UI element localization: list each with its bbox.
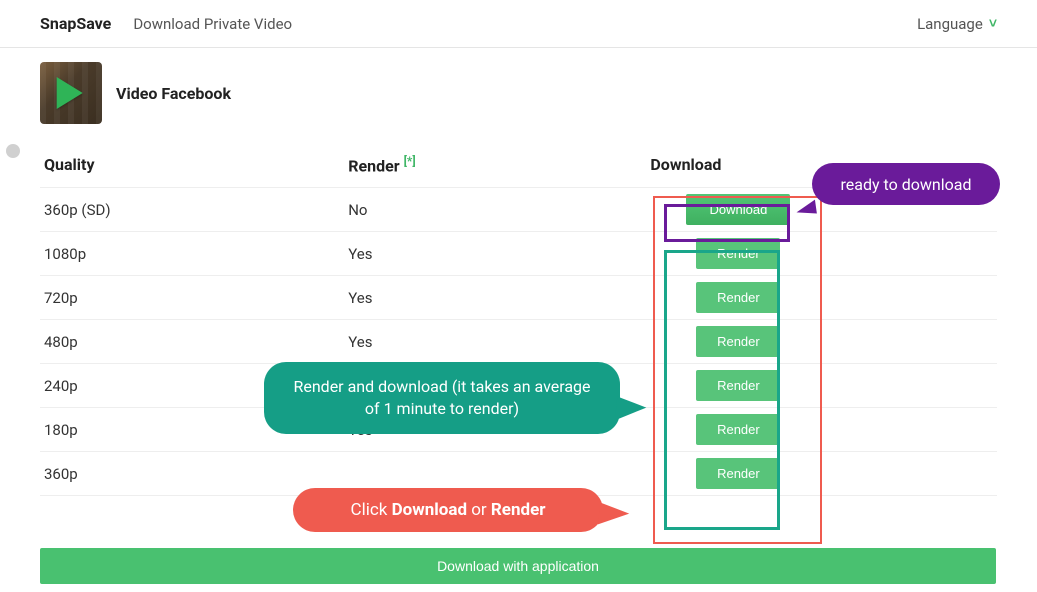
cell-download: Render	[644, 320, 997, 364]
cell-render: Yes	[342, 320, 644, 364]
cell-render	[342, 452, 644, 496]
cell-quality: 480p	[40, 320, 342, 364]
play-icon	[57, 77, 83, 109]
nav-download-private-video[interactable]: Download Private Video	[133, 15, 292, 33]
th-download: Download	[644, 142, 997, 188]
video-header: Video Facebook	[40, 62, 997, 124]
table-row: 1080p Yes Render	[40, 232, 997, 276]
table-row: 480p Yes Render	[40, 320, 997, 364]
topbar: SnapSave Download Private Video Language…	[0, 0, 1037, 48]
cell-render: No	[342, 188, 644, 232]
annotation-callout-click-text: Click Download or Render	[351, 500, 546, 520]
table-row: 360p Render	[40, 452, 997, 496]
render-button[interactable]: Render	[696, 414, 780, 445]
cell-download: Render	[644, 276, 997, 320]
cell-download: Render	[644, 452, 997, 496]
cell-download: Render	[644, 408, 997, 452]
cell-quality: 180p	[40, 408, 342, 452]
cell-quality: 720p	[40, 276, 342, 320]
cell-download: Download	[644, 188, 997, 232]
brand-logo[interactable]: SnapSave	[40, 14, 111, 33]
table-row: 720p Yes Render	[40, 276, 997, 320]
table-row: 240p Render	[40, 364, 997, 408]
cell-render: Yes	[342, 408, 644, 452]
chevron-down-icon: ˅	[989, 15, 997, 32]
cell-download: Render	[644, 232, 997, 276]
cell-quality: 360p	[40, 452, 342, 496]
cell-download: Render	[644, 364, 997, 408]
table-row: 180p Yes Render	[40, 408, 997, 452]
callout-tail-icon	[598, 502, 630, 527]
video-title: Video Facebook	[116, 84, 231, 103]
quality-table: Quality Render [*] Download 360p (SD) No…	[40, 142, 997, 496]
cell-render: Yes	[342, 232, 644, 276]
cell-quality: 360p (SD)	[40, 188, 342, 232]
video-thumbnail[interactable]	[40, 62, 102, 124]
cell-render	[342, 364, 644, 408]
cell-quality: 240p	[40, 364, 342, 408]
th-render-asterisk: [*]	[404, 154, 416, 168]
cell-render: Yes	[342, 276, 644, 320]
render-button[interactable]: Render	[696, 282, 780, 313]
cell-quality: 1080p	[40, 232, 342, 276]
table-row: 360p (SD) No Download	[40, 188, 997, 232]
th-render-text: Render	[348, 156, 399, 175]
render-button[interactable]: Render	[696, 370, 780, 401]
download-with-application-button[interactable]: Download with application	[40, 548, 996, 584]
language-label: Language	[917, 15, 983, 33]
download-button[interactable]: Download	[686, 194, 790, 225]
th-render: Render [*]	[342, 142, 644, 188]
language-dropdown[interactable]: Language ˅	[917, 15, 997, 33]
render-button[interactable]: Render	[696, 326, 780, 357]
render-button[interactable]: Render	[696, 458, 780, 489]
render-button[interactable]: Render	[696, 238, 780, 269]
th-quality: Quality	[40, 142, 342, 188]
